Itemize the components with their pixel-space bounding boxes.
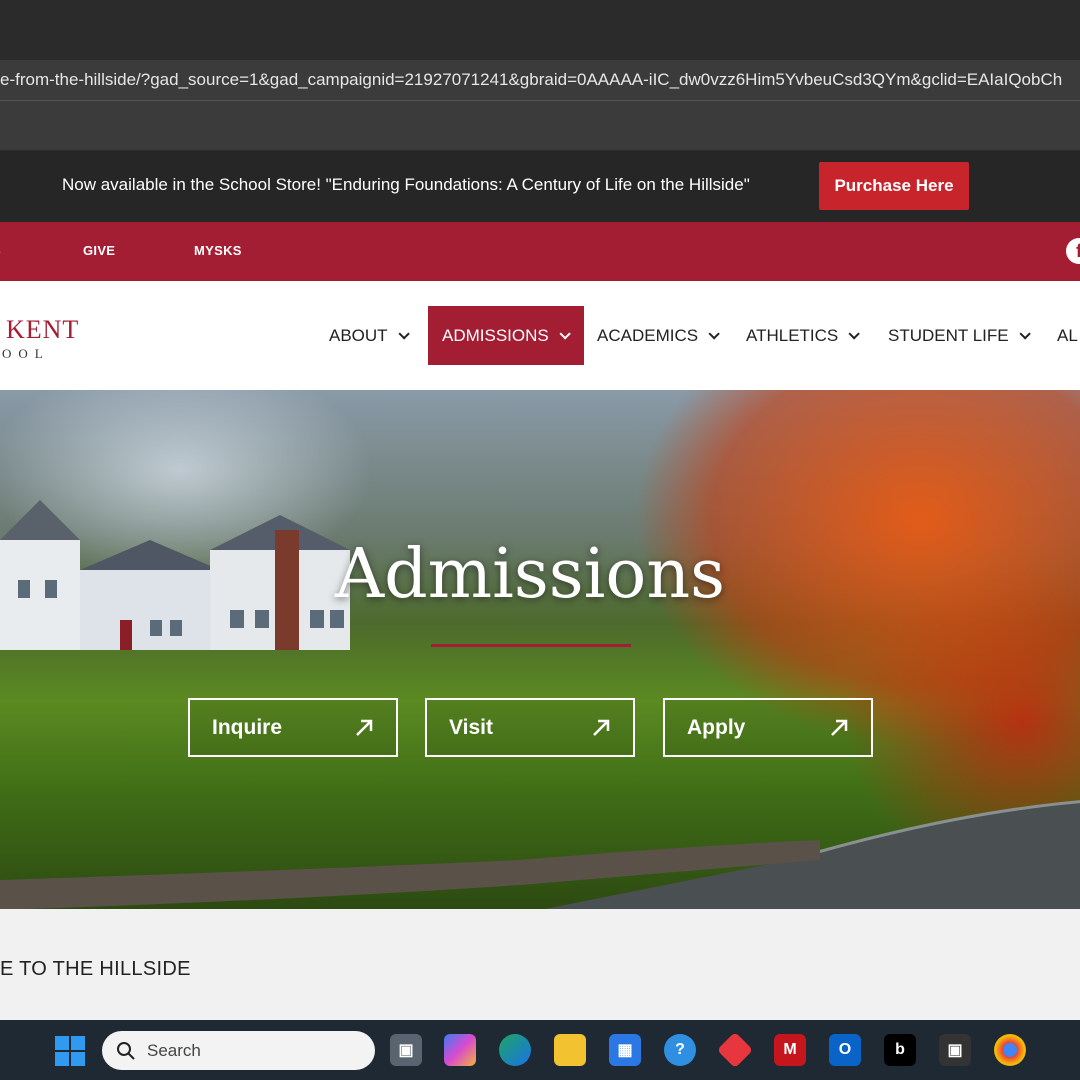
help-icon[interactable]: ? (664, 1034, 696, 1066)
taskbar-search-input[interactable] (102, 1031, 375, 1070)
app-icon[interactable]: ▣ (939, 1034, 971, 1066)
nav-partial-label: AL (1057, 325, 1078, 345)
arrow-up-right-icon (593, 719, 610, 736)
search-placeholder: Search (147, 1041, 201, 1060)
nav-athletics[interactable]: ATHLETICS (746, 306, 861, 365)
utility-link-mysks[interactable]: MYSKS (194, 243, 242, 258)
nav-about[interactable]: ABOUT (329, 306, 410, 365)
windows-start-icon[interactable] (55, 1036, 85, 1066)
nav-academics[interactable]: ACADEMICS (597, 306, 720, 365)
announcement-text: Now available in the School Store! "Endu… (62, 175, 750, 194)
nav-partial[interactable]: AL (1057, 306, 1078, 365)
nav-admissions[interactable]: ADMISSIONS (428, 306, 584, 365)
visit-button[interactable]: Visit (425, 698, 635, 757)
bing-icon[interactable]: b (884, 1034, 916, 1066)
inquire-label: Inquire (212, 715, 283, 739)
nav-student-life-label: STUDENT LIFE (888, 325, 1009, 345)
nav-academics-label: ACADEMICS (597, 325, 699, 345)
utility-link-give[interactable]: GIVE (83, 243, 115, 258)
chrome-icon[interactable] (994, 1034, 1026, 1066)
search-icon (117, 1042, 135, 1060)
url-text: e-from-the-hillside/?gad_source=1&gad_ca… (0, 70, 1063, 89)
browser-toolbar-area (0, 100, 1080, 150)
copilot-icon[interactable] (444, 1034, 476, 1066)
task-view-icon[interactable]: ▣ (390, 1034, 422, 1066)
hero-title: Admissions (334, 535, 726, 614)
outlook-icon[interactable]: O (829, 1034, 861, 1066)
browser-tabstrip (0, 0, 1080, 50)
section-heading: E TO THE HILLSIDE (0, 958, 191, 980)
microsoft-store-icon[interactable]: ▦ (609, 1034, 641, 1066)
stone-wall-image (0, 840, 820, 910)
chevron-down-icon (559, 327, 571, 340)
file-explorer-icon[interactable] (554, 1034, 586, 1066)
utility-nav: S GIVE MYSKS (0, 222, 1080, 281)
hero-title-underline (431, 644, 631, 647)
nav-about-label: ABOUT (329, 325, 388, 345)
address-bar[interactable]: e-from-the-hillside/?gad_source=1&gad_ca… (0, 60, 1080, 100)
nav-student-life[interactable]: STUDENT LIFE (888, 306, 1031, 365)
arrow-up-right-icon (356, 719, 373, 736)
logo-subline: OOL (2, 346, 50, 361)
inquire-button[interactable]: Inquire (188, 698, 398, 757)
logo-wordmark[interactable]: KENT (6, 315, 79, 345)
apply-label: Apply (687, 715, 746, 739)
arrow-up-right-icon (831, 719, 848, 736)
utility-link-partial[interactable]: S (0, 243, 1, 258)
purchase-here-button[interactable]: Purchase Here (819, 162, 969, 210)
apply-button[interactable]: Apply (663, 698, 873, 757)
visit-label: Visit (449, 715, 493, 739)
nav-admissions-label: ADMISSIONS (442, 325, 549, 345)
edge-icon[interactable] (499, 1034, 531, 1066)
mcafee-icon[interactable]: M (774, 1034, 806, 1066)
nav-athletics-label: ATHLETICS (746, 325, 839, 345)
